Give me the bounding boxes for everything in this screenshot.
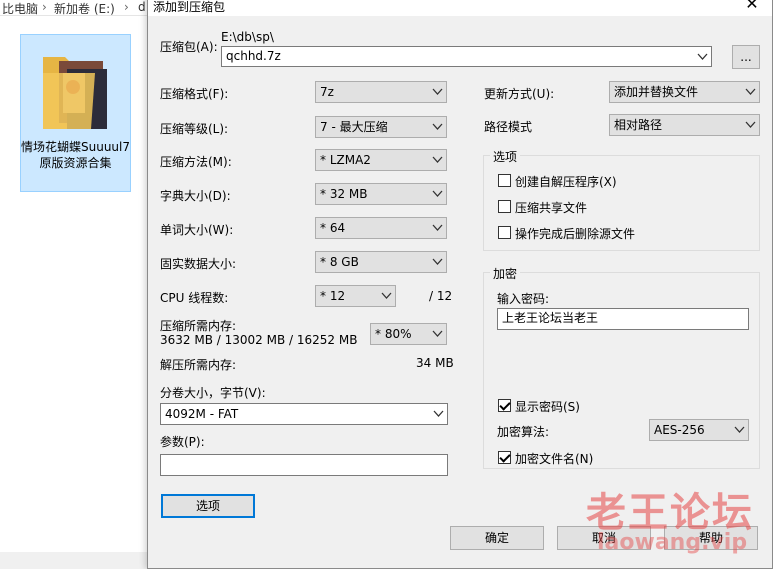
folder-icon — [43, 57, 107, 129]
chevron-down-icon — [432, 190, 443, 197]
dictionary-value: * 32 MB — [320, 187, 368, 201]
format-value: 7z — [320, 85, 334, 99]
cpu-threads-label: CPU 线程数: — [160, 291, 229, 305]
split-volume-value: 4092M - FAT — [165, 407, 239, 421]
close-button[interactable]: ✕ — [732, 0, 772, 16]
level-select[interactable]: 7 - 最大压缩 — [315, 116, 447, 138]
memory-percent-select[interactable]: * 80% — [370, 323, 447, 345]
watermark-url: laowang.vip — [597, 530, 748, 555]
word-size-label: 单词大小(W): — [160, 223, 234, 237]
close-icon: ✕ — [745, 0, 759, 13]
browse-button[interactable]: ... — [732, 45, 760, 69]
breadcrumb-drive[interactable]: 新加卷 (E:) — [54, 0, 115, 15]
encryption-method-select[interactable]: AES-256 — [649, 419, 749, 441]
split-volume-label: 分卷大小，字节(V): — [160, 386, 266, 400]
parameters-input[interactable] — [160, 454, 448, 476]
archive-label: 压缩包(A): — [160, 40, 218, 54]
encryption-group-title: 加密 — [490, 265, 521, 282]
options-button[interactable]: 选项 — [161, 494, 255, 518]
encryption-method-value: AES-256 — [654, 423, 705, 437]
dictionary-select[interactable]: * 32 MB — [315, 183, 447, 205]
explorer-breadcrumb: 比电脑 › 新加卷 (E:) › d — [0, 0, 148, 16]
split-volume-combo[interactable]: 4092M - FAT — [160, 403, 448, 425]
chevron-down-icon — [381, 292, 392, 299]
ok-button[interactable]: 确定 — [450, 526, 544, 550]
solid-block-value: * 8 GB — [320, 255, 359, 269]
chevron-down-icon — [432, 258, 443, 265]
dictionary-label: 字典大小(D): — [160, 189, 231, 203]
level-value: 7 - 最大压缩 — [320, 120, 388, 134]
chevron-down-icon — [433, 410, 444, 417]
chevron-down-icon — [432, 123, 443, 130]
shared-files-label[interactable]: 压缩共享文件 — [515, 199, 587, 216]
folder-item[interactable]: 情场花蝴蝶Suuuul7 原版资源合集 — [20, 34, 131, 192]
breadcrumb-this-pc[interactable]: 比电脑 — [2, 0, 38, 15]
breadcrumb-separator: › — [42, 0, 47, 14]
update-mode-value: 添加并替换文件 — [614, 85, 699, 99]
path-mode-select[interactable]: 相对路径 — [609, 114, 760, 136]
dialog-titlebar[interactable]: 添加到压缩包 ✕ — [148, 0, 772, 16]
chevron-down-icon — [432, 224, 443, 231]
decompression-memory-value: 34 MB — [416, 356, 454, 370]
show-password-checkbox[interactable] — [498, 399, 511, 412]
method-select[interactable]: * LZMA2 — [315, 149, 447, 171]
folder-name: 情场花蝴蝶Suuuul7 原版资源合集 — [21, 140, 131, 170]
compression-memory-value: 3632 MB / 13002 MB / 16252 MB — [160, 333, 358, 347]
decompression-memory-label: 解压所需内存: — [160, 358, 237, 372]
chevron-down-icon — [697, 53, 708, 60]
password-label: 输入密码: — [497, 292, 550, 306]
path-mode-value: 相对路径 — [614, 118, 663, 132]
update-mode-select[interactable]: 添加并替换文件 — [609, 81, 760, 103]
delete-after-label[interactable]: 操作完成后删除源文件 — [515, 225, 635, 242]
archive-name-combo[interactable]: qchhd.7z — [221, 46, 712, 67]
compression-memory-label: 压缩所需内存: — [160, 319, 237, 333]
password-input[interactable]: 上老王论坛当老王 — [497, 308, 749, 330]
encrypt-names-label[interactable]: 加密文件名(N) — [515, 450, 593, 467]
chevron-down-icon — [734, 426, 745, 433]
word-size-value: * 64 — [320, 221, 346, 235]
chevron-down-icon — [745, 88, 756, 95]
solid-block-select[interactable]: * 8 GB — [315, 251, 447, 273]
level-label: 压缩等级(L): — [160, 122, 229, 136]
method-label: 压缩方法(M): — [160, 155, 232, 169]
sfx-label[interactable]: 创建自解压程序(X) — [515, 173, 617, 190]
options-group-title: 选项 — [490, 148, 521, 165]
path-mode-label: 路径模式 — [484, 120, 533, 134]
method-value: * LZMA2 — [320, 153, 371, 167]
shared-files-checkbox[interactable] — [498, 200, 511, 213]
dialog-title: 添加到压缩包 — [153, 0, 226, 14]
explorer-status-bar — [0, 552, 148, 569]
memory-percent-value: * 80% — [375, 327, 412, 341]
archive-path: E:\db\sp\ — [221, 30, 274, 44]
archive-name-value: qchhd.7z — [226, 49, 281, 63]
update-mode-label: 更新方式(U): — [484, 87, 555, 101]
word-size-select[interactable]: * 64 — [315, 217, 447, 239]
format-label: 压缩格式(F): — [160, 87, 229, 101]
cpu-threads-select[interactable]: * 12 — [315, 285, 396, 307]
encrypt-names-checkbox[interactable] — [498, 451, 511, 464]
chevron-down-icon — [432, 88, 443, 95]
sfx-checkbox[interactable] — [498, 174, 511, 187]
cpu-threads-value: * 12 — [320, 289, 346, 303]
chevron-down-icon — [432, 330, 443, 337]
breadcrumb-separator: › — [124, 0, 129, 14]
solid-block-label: 固实数据大小: — [160, 257, 237, 271]
password-value: 上老王论坛当老王 — [502, 311, 599, 325]
breadcrumb-folder[interactable]: d — [138, 0, 146, 14]
encryption-group: 加密 输入密码: 上老王论坛当老王 显示密码(S) 加密算法: AES-256 … — [483, 265, 760, 469]
delete-after-checkbox[interactable] — [498, 226, 511, 239]
chevron-down-icon — [432, 156, 443, 163]
chevron-down-icon — [745, 121, 756, 128]
parameters-label: 参数(P): — [160, 435, 205, 449]
format-select[interactable]: 7z — [315, 81, 447, 103]
cpu-threads-total: / 12 — [429, 289, 453, 303]
show-password-label[interactable]: 显示密码(S) — [515, 398, 580, 415]
encryption-method-label: 加密算法: — [497, 425, 550, 439]
options-group: 选项 创建自解压程序(X) 压缩共享文件 操作完成后删除源文件 — [483, 148, 760, 251]
